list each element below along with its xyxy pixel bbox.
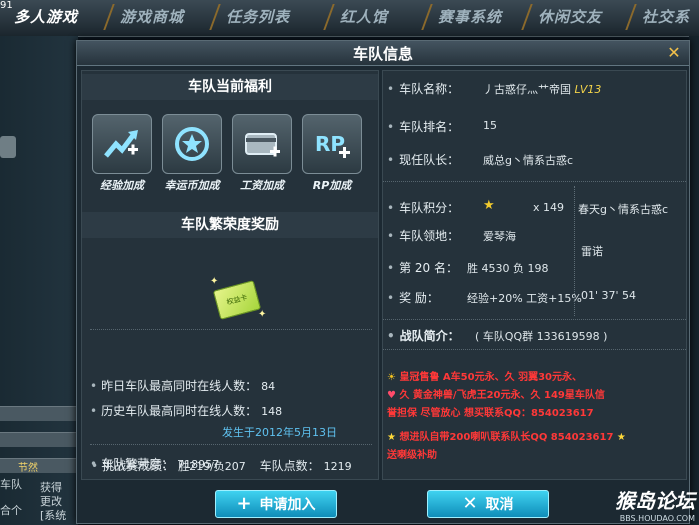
- sparkle-icon: ✦: [210, 276, 219, 287]
- reward-ticket-icon[interactable]: 权益卡: [212, 280, 262, 320]
- side-player-name[interactable]: 雷诺: [581, 243, 603, 259]
- record-value: 胜 4530 负 198: [467, 262, 549, 275]
- side-player-name[interactable]: 春天g丶情系古惑c: [578, 201, 668, 217]
- benefit-exp[interactable]: 经验加成: [92, 114, 152, 196]
- team-name-row: • 车队名称：: [387, 82, 460, 96]
- dialog-title: 车队信息: [352, 45, 413, 63]
- history-online-stat: • 历史车队最高同时在线人数： 148: [90, 404, 283, 418]
- team-details-panel: • 车队名称： 丿古惑仔灬艹帝国 LV13 • 车队排名： 15 • 现任队长： 威总…: [382, 70, 687, 480]
- rp-plus-icon: RP: [302, 114, 362, 174]
- intro-row: • 战队简介：: [387, 329, 460, 343]
- tab-leisure-social[interactable]: 休闲交友: [521, 4, 602, 30]
- lucky-coin-icon: [162, 114, 222, 174]
- reward-row: • 奖 励：: [387, 291, 439, 305]
- left-sidebar: 节然 车队 获得 更改 [系统 合个: [0, 36, 78, 525]
- divider: [90, 329, 372, 330]
- divider: [383, 349, 686, 350]
- territory-row: • 车队领地：: [387, 229, 460, 243]
- team-qq-group: ( 车队QQ群 133619598 ): [475, 330, 608, 343]
- tab-social[interactable]: 社交系: [625, 4, 690, 30]
- prosperity-title: 车队繁荣度奖励: [82, 212, 378, 238]
- team-score-value: x 149: [533, 201, 565, 214]
- captain-row: • 现任队长：: [387, 153, 460, 167]
- team-intro-text: ☀ 皇冠售鲁 A车50元永、久 羽翼30元永、 ♥ 久 黄金神兽/飞虎王20元永…: [387, 372, 626, 461]
- watermark: 猴岛论坛 BBS.HOUDAO.COM: [615, 485, 695, 523]
- record-row: • 第 20 名：: [387, 261, 458, 275]
- column-divider: [574, 186, 575, 316]
- left-list-row[interactable]: [0, 432, 78, 447]
- chat-line: [系统: [40, 509, 67, 522]
- reward-value: 经验+20% 工资+15%: [467, 292, 582, 305]
- close-icon: ✕: [462, 493, 478, 514]
- team-rank-row: • 车队排名：: [387, 120, 460, 134]
- tab-game-mall[interactable]: 游戏商城: [103, 4, 184, 30]
- left-list-row[interactable]: [0, 406, 78, 421]
- tab-celebrity-hall[interactable]: 红人馆: [323, 4, 388, 30]
- tab-events[interactable]: 赛事系统: [421, 4, 502, 30]
- watermark-logo: 猴岛论坛: [615, 489, 695, 513]
- corner-label: 91: [0, 0, 13, 11]
- score-star-icon: ★: [483, 198, 495, 213]
- date-note: 发生于2012年5月13日: [222, 426, 337, 439]
- close-button[interactable]: ✕: [665, 44, 683, 62]
- team-rank-value: 15: [483, 119, 497, 132]
- dialog-header: 车队信息 ✕: [77, 41, 689, 66]
- top-nav-bar: 91 多人游戏 游戏商城 任务列表 红人馆 赛事系统 休闲交友 社交系: [0, 0, 699, 37]
- chat-line: 车队: [0, 478, 22, 491]
- salary-card-icon: [232, 114, 292, 174]
- apply-join-button[interactable]: + 申请加入: [215, 490, 337, 518]
- cancel-button[interactable]: ✕ 取消: [427, 490, 549, 518]
- plus-icon: +: [236, 493, 252, 514]
- hexagon-icon: [0, 136, 16, 158]
- divider: [383, 181, 686, 182]
- team-name-value: 丿古惑仔灬艹帝国 LV13: [483, 83, 602, 96]
- team-score-row: • 车队积分：: [387, 201, 460, 215]
- tab-task-list[interactable]: 任务列表: [209, 4, 290, 30]
- divider: [383, 319, 686, 320]
- captain-value[interactable]: 威总g丶情系古惑c: [483, 152, 573, 168]
- benefit-rp[interactable]: RP RP加成: [302, 114, 362, 196]
- benefits-panel: 车队当前福利 经验加成 幸运币加成 工资加成 RP RP加成 车队繁荣度奖励 ✦…: [81, 70, 379, 480]
- team-info-dialog: 车队信息 ✕ 车队当前福利 经验加成 幸运币加成 工资加成 RP RP加成 车队…: [76, 40, 690, 524]
- yesterday-online-stat: • 昨日车队最高同时在线人数： 84: [90, 379, 276, 393]
- sparkle-icon: ✦: [258, 309, 267, 320]
- benefit-lucky-coin[interactable]: 幸运币加成: [162, 114, 222, 196]
- benefit-salary[interactable]: 工资加成: [232, 114, 292, 196]
- chat-line: 合个: [0, 504, 22, 517]
- left-list-row[interactable]: 节然: [0, 458, 78, 474]
- tab-multiplayer[interactable]: 多人游戏: [14, 4, 78, 30]
- benefits-title: 车队当前福利: [82, 74, 378, 100]
- divider: [90, 444, 372, 445]
- exp-boost-icon: [92, 114, 152, 174]
- side-time: 01' 37' 54: [581, 289, 637, 302]
- right-sidebar: [689, 36, 699, 525]
- watermark-url: BBS.HOUDAO.COM: [619, 514, 695, 523]
- challenge-stat: • 挑战赛成绩： 胜219/负207 车队点数： 1219: [91, 459, 352, 473]
- territory-value: 爱琴海: [483, 230, 516, 243]
